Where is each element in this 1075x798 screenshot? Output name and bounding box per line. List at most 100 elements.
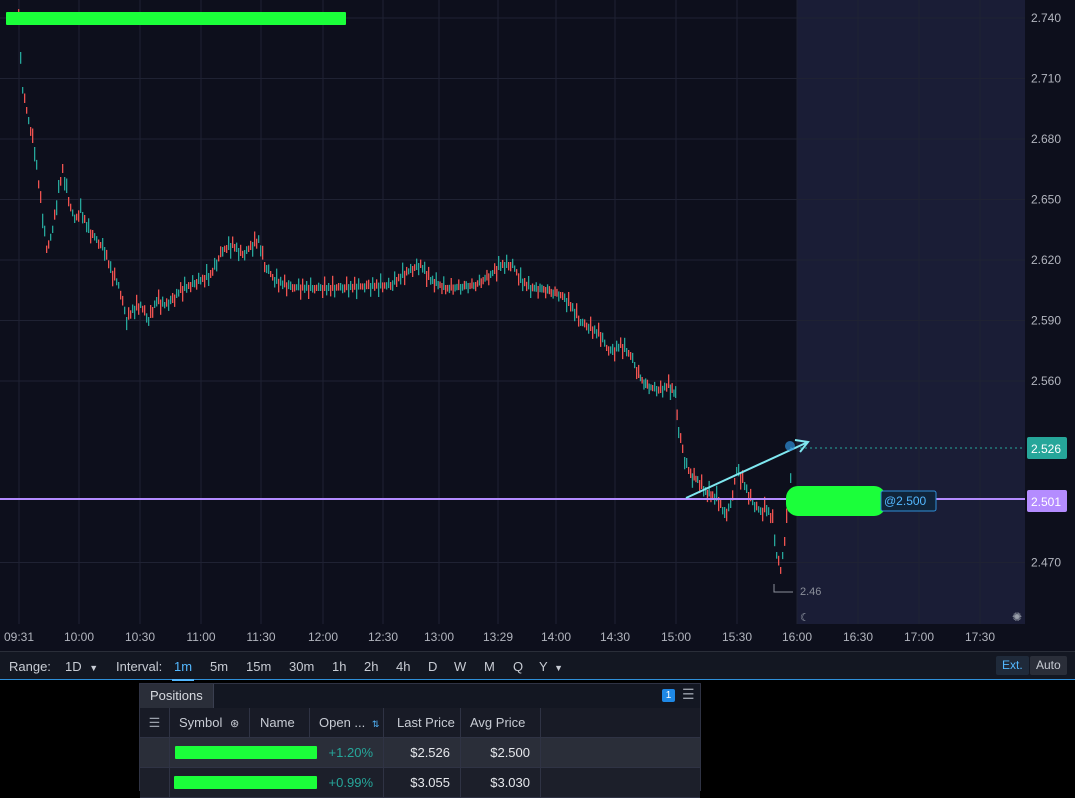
interval-4h[interactable]: 4h — [396, 659, 410, 674]
candle — [240, 244, 242, 256]
candle — [448, 284, 451, 294]
interval-1h[interactable]: 1h — [332, 659, 346, 674]
candle — [650, 384, 652, 391]
column-header-avg-price[interactable]: Avg Price — [461, 708, 541, 737]
candle — [206, 264, 208, 280]
candle — [518, 273, 520, 286]
candle — [488, 273, 490, 286]
candle — [676, 409, 678, 421]
gear-icon[interactable]: ✺ — [1012, 610, 1022, 624]
candle — [490, 270, 492, 278]
candle — [602, 332, 604, 343]
candle — [58, 180, 60, 193]
interval-30m[interactable]: 30m — [289, 659, 314, 674]
candle — [398, 273, 400, 282]
candle — [380, 273, 382, 289]
candle — [258, 235, 260, 243]
candle — [62, 164, 64, 173]
interval-m[interactable]: M — [484, 659, 495, 674]
column-header-last-price[interactable]: Last Price — [384, 708, 461, 737]
auto-scale-button[interactable]: Auto — [1030, 656, 1067, 675]
candle — [524, 278, 526, 287]
interval-q[interactable]: Q — [513, 659, 523, 674]
candle — [384, 282, 386, 289]
range-dropdown[interactable]: 1D ▼ — [65, 659, 98, 674]
candle — [312, 285, 314, 293]
candle — [148, 317, 150, 326]
positions-count-badge: 1 — [662, 689, 675, 702]
time-axis-label: 13:00 — [424, 630, 454, 644]
sort-icon: ⇅ — [371, 719, 380, 729]
candle — [463, 280, 466, 290]
column-menu-icon[interactable]: ☰ — [140, 708, 170, 737]
candle — [164, 302, 166, 309]
candle — [600, 332, 602, 347]
table-row[interactable]: +1.20% $2.526 $2.500 — [140, 738, 700, 768]
candle — [514, 265, 516, 272]
candle — [471, 278, 473, 289]
price-chart[interactable]: 2.46 @2.500 2.740 2.710 2.680 2.650 2.620 2.5… — [0, 0, 1075, 651]
candle — [594, 325, 596, 334]
interval-y-dropdown[interactable]: Y ▼ — [539, 659, 563, 674]
chart-area[interactable]: 2.46 @2.500 2.740 2.710 2.680 2.650 2.620 2.5… — [0, 0, 1075, 651]
settings-icon[interactable]: ⊛ — [230, 718, 239, 730]
interval-1m[interactable]: 1m — [171, 659, 195, 681]
candle — [252, 242, 254, 257]
candle — [132, 304, 134, 313]
column-header-open[interactable]: Open ... ⇅ — [310, 708, 384, 737]
chart-controls: Range: 1D ▼ Interval: 1m 5m 15m 30m 1h 2… — [0, 651, 1075, 681]
candle — [88, 218, 90, 233]
candle — [703, 486, 705, 497]
candle — [344, 284, 346, 293]
candle — [552, 289, 554, 299]
candle — [232, 236, 234, 248]
candle — [422, 265, 424, 273]
candle — [576, 303, 578, 319]
candle — [336, 284, 338, 291]
candle — [296, 284, 298, 291]
candle — [158, 289, 160, 305]
candle — [646, 379, 649, 389]
time-axis-label: 12:30 — [368, 630, 398, 644]
candle — [695, 475, 697, 483]
interval-15m[interactable]: 15m — [246, 659, 271, 674]
candle — [72, 209, 74, 217]
candle — [688, 467, 690, 474]
price-axis-panel[interactable] — [1025, 0, 1075, 624]
interval-d[interactable]: D — [428, 659, 437, 674]
candle — [222, 247, 224, 257]
candle — [186, 284, 188, 293]
last-price-badge: 2.526 — [1031, 442, 1061, 456]
candle — [686, 458, 688, 468]
column-header-symbol[interactable]: Symbol ⊛ — [170, 708, 250, 737]
table-row[interactable]: +0.99% $3.055 $3.030 — [140, 768, 700, 798]
candle — [535, 282, 537, 292]
candle — [86, 222, 88, 233]
candle — [658, 386, 660, 394]
candle — [390, 282, 392, 290]
candle — [486, 269, 488, 281]
range-label: Range: — [9, 659, 51, 674]
interval-2h[interactable]: 2h — [364, 659, 378, 674]
candle — [244, 250, 246, 261]
tab-positions[interactable]: Positions — [140, 684, 214, 708]
candle — [226, 245, 228, 253]
candle — [178, 289, 180, 297]
moon-icon: ☾ — [800, 612, 810, 624]
candle — [628, 350, 630, 357]
candle — [338, 283, 340, 291]
candle — [122, 295, 124, 306]
candle — [756, 501, 758, 511]
extended-hours-button[interactable]: Ext. — [996, 656, 1029, 675]
candle — [626, 348, 628, 357]
candle — [326, 285, 328, 296]
interval-w[interactable]: W — [454, 659, 466, 674]
candle — [566, 298, 568, 313]
candle — [414, 264, 416, 271]
candle — [54, 209, 56, 220]
candle — [294, 284, 296, 292]
interval-5m[interactable]: 5m — [210, 659, 228, 674]
column-header-name[interactable]: Name — [250, 708, 310, 737]
list-view-icon[interactable]: ☰ — [682, 686, 695, 703]
candle — [426, 271, 428, 287]
